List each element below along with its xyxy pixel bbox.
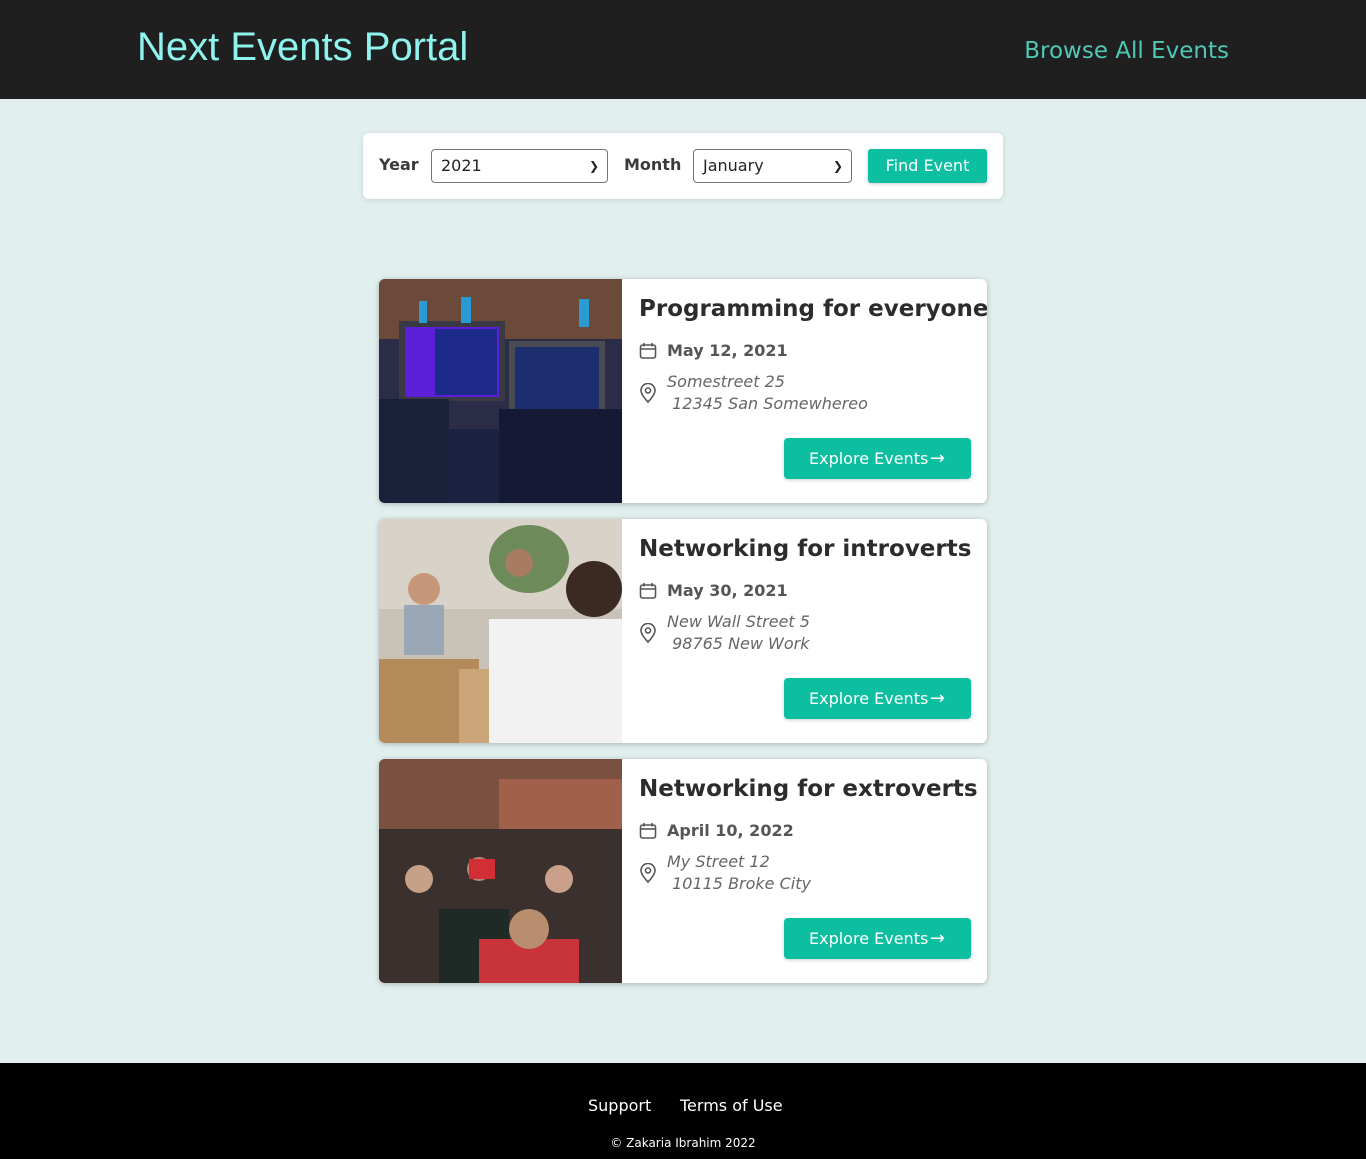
calendar-icon <box>639 343 657 359</box>
chevron-down-icon: ❯ <box>832 159 843 173</box>
event-date: May 12, 2021 <box>667 341 788 360</box>
arrow-right-icon: → <box>929 448 945 469</box>
arrow-right-icon: → <box>929 688 945 709</box>
calendar-icon <box>639 583 657 599</box>
explore-events-button[interactable]: Explore Events → <box>784 918 971 959</box>
event-title: Networking for introverts <box>639 536 972 562</box>
location-pin-icon <box>640 863 656 883</box>
month-select[interactable]: January ❯ <box>693 149 852 183</box>
year-select-value: 2021 <box>441 156 482 175</box>
month-select-value: January <box>703 156 764 175</box>
event-address: Somestreet 25 12345 San Somewhereo <box>667 372 868 413</box>
event-title: Networking for extroverts <box>639 776 978 802</box>
location-pin-icon <box>640 383 656 403</box>
year-label: Year <box>379 155 419 174</box>
event-image-programming <box>379 279 622 503</box>
browse-all-events-link[interactable]: Browse All Events <box>1024 40 1229 63</box>
event-card: Networking for introverts May 30, 2021 N… <box>379 519 987 743</box>
event-address: New Wall Street 5 98765 New Work <box>667 612 810 653</box>
explore-events-button[interactable]: Explore Events → <box>784 678 971 719</box>
event-image-extroverts <box>379 759 622 983</box>
copyright-text: © Zakaria Ibrahim 2022 <box>610 1136 756 1150</box>
explore-events-label: Explore Events <box>809 449 929 468</box>
support-link[interactable]: Support <box>588 1098 651 1114</box>
explore-events-label: Explore Events <box>809 689 929 708</box>
location-pin-icon <box>640 623 656 643</box>
event-card: Networking for extroverts April 10, 2022… <box>379 759 987 983</box>
terms-of-use-link[interactable]: Terms of Use <box>680 1098 783 1114</box>
year-select[interactable]: 2021 ❯ <box>431 149 608 183</box>
event-image-introverts <box>379 519 622 743</box>
site-footer: Support Terms of Use © Zakaria Ibrahim 2… <box>0 1063 1366 1159</box>
month-label: Month <box>624 155 682 174</box>
event-search-form: Year 2021 ❯ Month January ❯ Find Event <box>363 133 1003 199</box>
find-event-button[interactable]: Find Event <box>868 149 987 183</box>
event-title: Programming for everyone <box>639 296 987 322</box>
site-header: Next Events Portal Browse All Events <box>0 0 1366 99</box>
event-address: My Street 12 10115 Broke City <box>667 852 811 893</box>
event-card: Programming for everyone May 12, 2021 So… <box>379 279 987 503</box>
explore-events-button[interactable]: Explore Events → <box>784 438 971 479</box>
event-date: May 30, 2021 <box>667 581 788 600</box>
site-logo[interactable]: Next Events Portal <box>137 27 468 67</box>
calendar-icon <box>639 823 657 839</box>
explore-events-label: Explore Events <box>809 929 929 948</box>
chevron-down-icon: ❯ <box>588 159 599 173</box>
arrow-right-icon: → <box>929 928 945 949</box>
event-date: April 10, 2022 <box>667 821 794 840</box>
